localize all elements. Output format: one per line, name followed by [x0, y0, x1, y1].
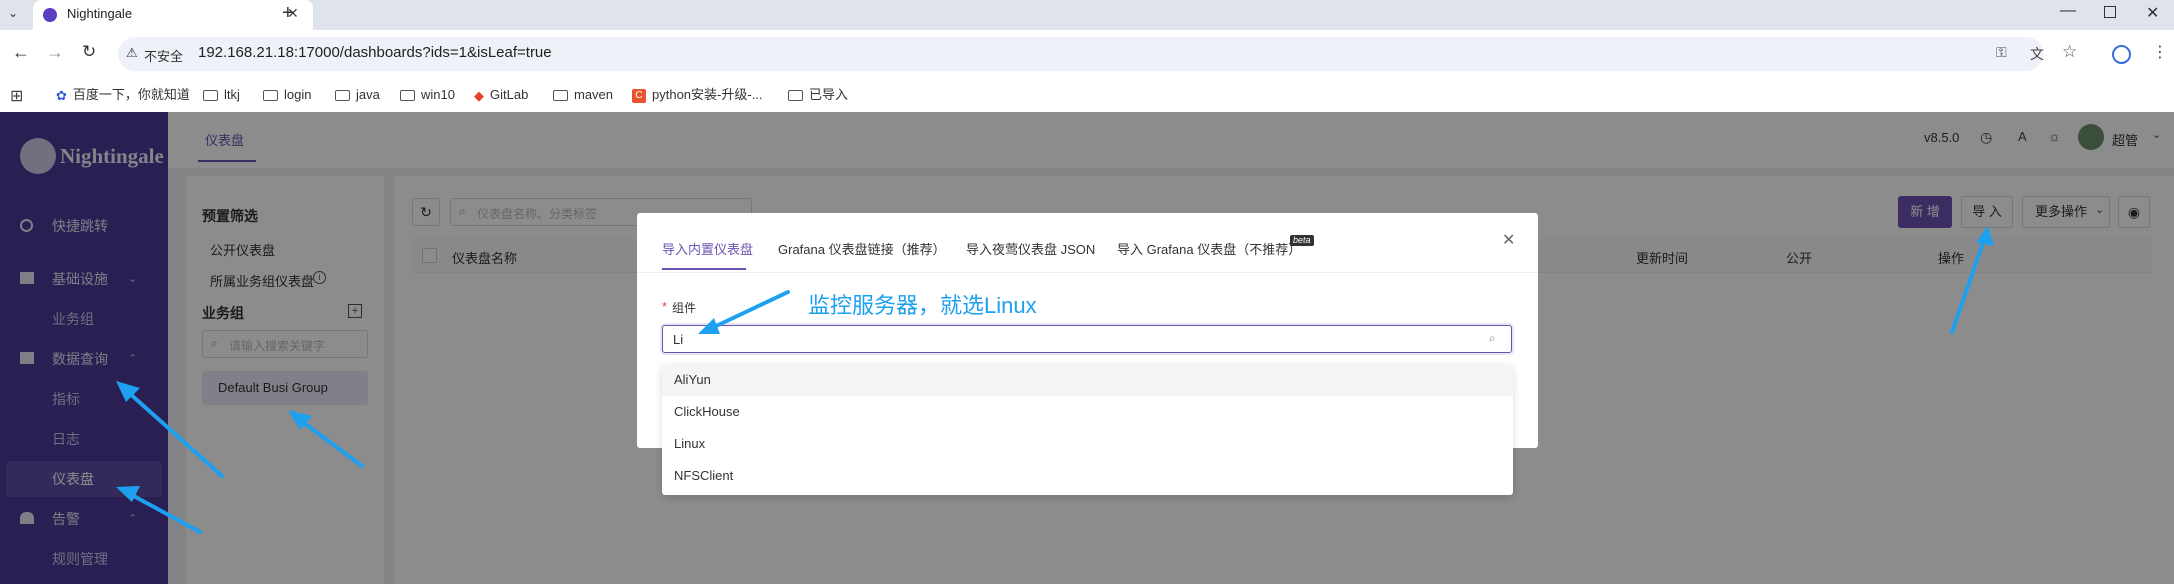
- annotation-arrows: [116, 226, 1994, 534]
- arrow-to-input: [698, 290, 790, 334]
- arrow-to-data-query: [116, 381, 224, 478]
- arrow-to-dashboards: [116, 486, 202, 534]
- arrow-to-import-button: [1950, 226, 1994, 334]
- arrow-to-busi-group: [288, 410, 364, 468]
